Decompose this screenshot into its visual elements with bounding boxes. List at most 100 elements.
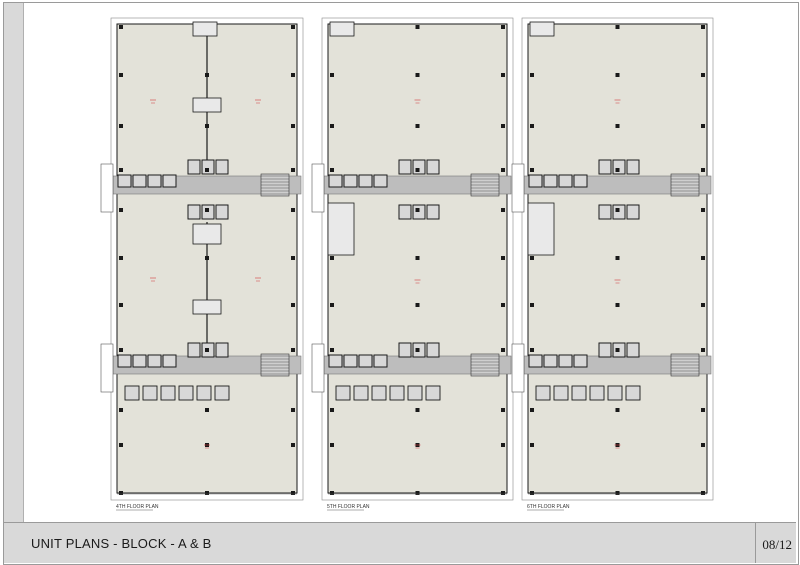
lift-core xyxy=(543,174,558,188)
balcony xyxy=(311,163,325,213)
column xyxy=(291,73,295,77)
column xyxy=(119,408,123,412)
service-room xyxy=(535,385,551,401)
column xyxy=(291,303,295,307)
column xyxy=(330,408,334,412)
service-room xyxy=(371,385,387,401)
column xyxy=(701,25,705,29)
column xyxy=(615,208,620,212)
core-room xyxy=(398,342,412,358)
column xyxy=(701,168,705,172)
core-room xyxy=(215,342,229,358)
column xyxy=(530,348,534,352)
core-room xyxy=(215,204,229,220)
service-room xyxy=(607,385,623,401)
column xyxy=(501,303,505,307)
lift-core xyxy=(343,174,358,188)
lift-core xyxy=(147,354,162,368)
lift-core xyxy=(573,174,588,188)
core-room xyxy=(398,159,412,175)
column xyxy=(501,408,505,412)
column xyxy=(701,443,705,447)
column xyxy=(330,124,334,128)
column xyxy=(615,73,620,77)
column xyxy=(615,348,620,352)
column xyxy=(701,73,705,77)
entry-lobby xyxy=(529,21,555,37)
lift-core xyxy=(328,174,343,188)
service-room xyxy=(124,385,140,401)
column xyxy=(501,168,505,172)
service-room xyxy=(142,385,158,401)
core-room xyxy=(426,159,440,175)
column xyxy=(415,124,420,128)
column xyxy=(330,256,334,260)
column xyxy=(415,348,420,352)
balcony xyxy=(511,163,525,213)
lift-core xyxy=(573,354,588,368)
column xyxy=(530,408,534,412)
column xyxy=(501,73,505,77)
lift-core xyxy=(373,174,388,188)
column xyxy=(119,303,123,307)
core-room xyxy=(626,159,640,175)
column xyxy=(415,408,420,412)
column xyxy=(119,208,123,212)
page-number: 08/12 xyxy=(762,537,792,552)
column xyxy=(330,73,334,77)
column xyxy=(615,256,620,260)
service-room xyxy=(353,385,369,401)
lift-core xyxy=(358,354,373,368)
column xyxy=(415,303,420,307)
service-room xyxy=(389,385,405,401)
service-room xyxy=(214,385,230,401)
column xyxy=(291,443,295,447)
column xyxy=(291,124,295,128)
column xyxy=(530,256,534,260)
column xyxy=(330,491,334,495)
column xyxy=(291,25,295,29)
column xyxy=(501,491,505,495)
core-room xyxy=(426,204,440,220)
sheet-title: UNIT PLANS - BLOCK - A & B xyxy=(31,536,212,551)
toilet-stack xyxy=(527,202,555,256)
column xyxy=(530,491,534,495)
column xyxy=(119,256,123,260)
core-room xyxy=(626,204,640,220)
column xyxy=(701,348,705,352)
column xyxy=(119,25,123,29)
service-room xyxy=(407,385,423,401)
core-room xyxy=(215,159,229,175)
service-room xyxy=(160,385,176,401)
column xyxy=(119,443,123,447)
core-room xyxy=(187,159,201,175)
column xyxy=(415,168,420,172)
balcony xyxy=(511,343,525,393)
column xyxy=(530,124,534,128)
lift-core xyxy=(373,354,388,368)
lift-core xyxy=(358,174,373,188)
column xyxy=(291,256,295,260)
column xyxy=(701,208,705,212)
column xyxy=(530,73,534,77)
balcony xyxy=(100,163,114,213)
lift-core xyxy=(343,354,358,368)
toilet-block xyxy=(192,223,222,245)
core-room xyxy=(626,342,640,358)
core-room xyxy=(598,204,612,220)
page-number-box: 08/12 xyxy=(755,523,796,563)
plan-label: 6TH FLOOR PLAN xyxy=(527,504,570,510)
column xyxy=(501,443,505,447)
plan-label: 5TH FLOOR PLAN xyxy=(327,504,370,510)
column xyxy=(415,256,420,260)
column xyxy=(530,443,534,447)
column xyxy=(615,491,620,495)
service-room xyxy=(553,385,569,401)
column xyxy=(291,208,295,212)
column xyxy=(415,73,420,77)
column xyxy=(291,408,295,412)
column xyxy=(330,348,334,352)
column xyxy=(501,25,505,29)
entry-lobby xyxy=(192,21,218,37)
floor-plans-drawing: 4TH FLOOR PLAN 5TH FLOOR PLAN 6TH FLOOR PL… xyxy=(100,17,714,511)
